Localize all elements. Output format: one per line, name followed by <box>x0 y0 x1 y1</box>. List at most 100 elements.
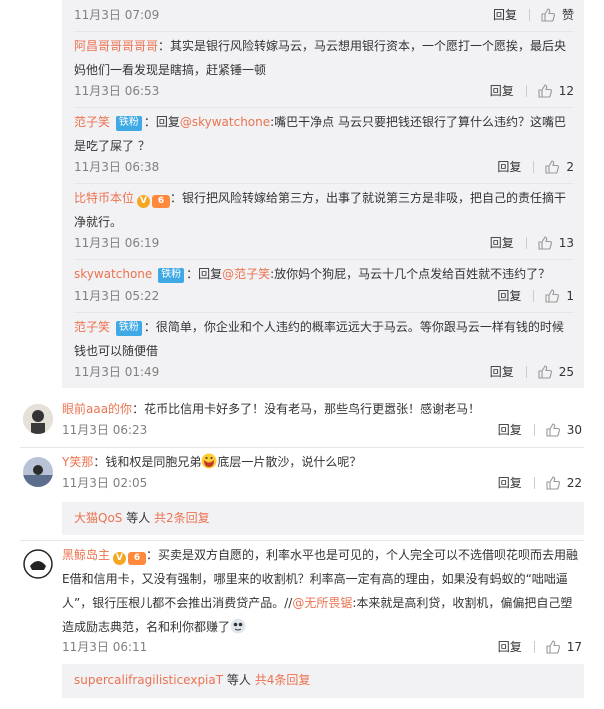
more-replies-mid: 等人 <box>122 511 155 525</box>
timestamp: 11月3日 07:09 <box>74 8 160 22</box>
timestamp: 11月3日 06:23 <box>62 423 148 437</box>
avatar[interactable] <box>23 549 53 579</box>
reply-button[interactable]: 回复 <box>490 79 514 103</box>
reply-button[interactable]: 回复 <box>490 360 514 384</box>
reply-meta: 11月3日 06:19 回复 13 <box>74 231 574 255</box>
mention-link[interactable]: @无所畏锯 <box>292 596 352 610</box>
reply-item: 范子笑 铁粉 ：回复@skywatchone:嘴巴干净点 马云只要把钱还银行了算什… <box>74 110 574 158</box>
like-count: 1 <box>566 289 574 303</box>
timestamp: 11月3日 05:22 <box>74 289 160 303</box>
mention-link[interactable]: @skywatchone <box>180 115 270 129</box>
divider <box>533 424 535 436</box>
timestamp: 11月3日 02:05 <box>62 476 148 490</box>
more-replies: 大猫QoS 等人 共2条回复 <box>74 502 210 535</box>
like-count: 22 <box>566 476 582 490</box>
comment-meta: 11月3日 06:23 回复 30 <box>62 418 582 442</box>
reply-button[interactable]: 回复 <box>490 231 514 255</box>
username-link[interactable]: 眼前aaa的你 <box>62 402 132 416</box>
like-button[interactable]: 22 <box>545 471 582 495</box>
thumbs-up-icon <box>546 640 560 654</box>
thumbs-up-icon <box>545 289 560 303</box>
reply-text-block: 阿昌哥哥哥哥哥：其实是银行风险转嫁马云，马云想用银行资本，一个愿打一个愿挨，最后… <box>74 34 574 82</box>
thumbs-up-icon <box>546 423 560 437</box>
more-replies-user[interactable]: 大猫QoS <box>74 511 122 525</box>
reply-text: :放你妈个狗屁，马云十几个点发给百姓就不违约了？ <box>270 267 551 281</box>
username-link[interactable]: 阿昌哥哥哥哥哥 <box>74 39 158 53</box>
reply-item: 阿昌哥哥哥哥哥：其实是银行风险转嫁马云，马云想用银行资本，一个愿打一个愿挨，最后… <box>74 34 574 82</box>
separator: ： <box>143 320 156 334</box>
more-replies-link[interactable]: 共2条回复 <box>154 511 210 525</box>
reply-meta: 11月3日 06:38 回复 2 <box>74 155 574 179</box>
divider <box>528 9 530 21</box>
username-link[interactable]: 黑鲸岛主 <box>62 548 110 562</box>
comment-text-continued: 底层一片散沙，说什么呢？ <box>217 455 362 469</box>
fan-badge: 铁粉 <box>158 268 185 283</box>
timestamp: 11月3日 06:19 <box>74 236 160 250</box>
reply-button[interactable]: 回复 <box>498 471 522 495</box>
username-link[interactable]: 范子笑 <box>74 115 110 129</box>
avatar[interactable] <box>23 404 53 434</box>
thumbs-up-icon <box>545 160 560 174</box>
thumbs-up-icon <box>538 365 552 379</box>
thumbs-up-icon <box>538 84 552 98</box>
divider <box>74 259 574 260</box>
avatar[interactable] <box>23 457 53 487</box>
like-count: 赞 <box>561 8 574 22</box>
comment-text: 钱和权是同胞兄弟 <box>105 455 202 469</box>
like-count: 12 <box>558 84 574 98</box>
mention-link[interactable]: @范子笑 <box>222 267 270 281</box>
reply-text-block: skywatchone 铁粉 ：回复@范子笑:放你妈个狗屁，马云十几个点发给百姓就… <box>74 262 574 286</box>
like-button[interactable]: 1 <box>544 284 574 308</box>
comment-text: 花币比信用卡好多了！没有老马，那些鸟行更嚣张！感谢老马！ <box>144 402 481 416</box>
more-replies-user[interactable]: supercalifragilisticexpiaT <box>74 673 223 687</box>
verified-v-icon: V <box>137 195 151 208</box>
emoji-icon <box>230 618 246 634</box>
like-button[interactable]: 25 <box>537 360 574 384</box>
like-count: 13 <box>558 236 574 250</box>
timestamp: 11月3日 06:53 <box>74 84 160 98</box>
like-count: 25 <box>558 365 574 379</box>
like-button[interactable]: 30 <box>545 418 582 442</box>
divider <box>20 540 584 541</box>
verified-v-icon: V <box>113 552 127 565</box>
more-replies-mid: 等人 <box>223 673 255 687</box>
like-button[interactable]: 17 <box>545 635 582 659</box>
reply-button[interactable]: 回复 <box>493 3 517 27</box>
divider <box>525 237 527 249</box>
separator: ：回复 <box>186 267 223 281</box>
username-link[interactable]: 范子笑 <box>74 320 110 334</box>
username-link[interactable]: Y笑那 <box>62 455 93 469</box>
reply-item: skywatchone 铁粉 ：回复@范子笑:放你妈个狗屁，马云十几个点发给百姓就… <box>74 262 574 286</box>
divider <box>533 161 535 173</box>
reply-meta: 11月3日 01:49 回复 25 <box>74 360 574 384</box>
reply-item: 比特币本位 V 6 ：银行把风险转嫁给第三方，出事了就说第三方是非吸，把自己的责任摘干… <box>74 186 574 234</box>
reply-button[interactable]: 回复 <box>497 155 521 179</box>
divider <box>533 290 535 302</box>
level-badge-icon: 6 <box>152 195 171 208</box>
avatar-image <box>23 549 53 579</box>
like-button[interactable]: 2 <box>544 155 574 179</box>
divider <box>74 312 574 313</box>
reply-text-block: 范子笑 铁粉 ：很简单，你企业和个人违约的概率远远大于马云。等你跟马云一样有钱的时… <box>74 315 574 363</box>
reply-text-block: 范子笑 铁粉 ：回复@skywatchone:嘴巴干净点 马云只要把钱还银行了算什… <box>74 110 574 158</box>
separator: ： <box>93 455 106 469</box>
reply-button[interactable]: 回复 <box>497 284 521 308</box>
reply-button[interactable]: 回复 <box>498 418 522 442</box>
divider <box>74 107 574 108</box>
reply-item: 范子笑 铁粉 ：很简单，你企业和个人违约的概率远远大于马云。等你跟马云一样有钱的时… <box>74 315 574 363</box>
like-button[interactable]: 13 <box>537 231 574 255</box>
username-link[interactable]: 比特币本位 <box>74 191 134 205</box>
reply-button[interactable]: 回复 <box>498 635 522 659</box>
like-count: 2 <box>566 160 574 174</box>
divider <box>533 477 535 489</box>
thumbs-up-icon <box>538 236 552 250</box>
like-button[interactable]: 赞 <box>540 3 574 27</box>
reply-text-block: 比特币本位 V 6 ：银行把风险转嫁给第三方，出事了就说第三方是非吸，把自己的责任摘干… <box>74 186 574 234</box>
divider <box>74 31 574 32</box>
like-button[interactable]: 12 <box>537 79 574 103</box>
avatar-image <box>23 404 53 434</box>
like-count: 30 <box>566 423 582 437</box>
username-link[interactable]: skywatchone <box>74 267 152 281</box>
more-replies-link[interactable]: 共4条回复 <box>255 673 311 687</box>
avatar-image <box>23 457 53 487</box>
